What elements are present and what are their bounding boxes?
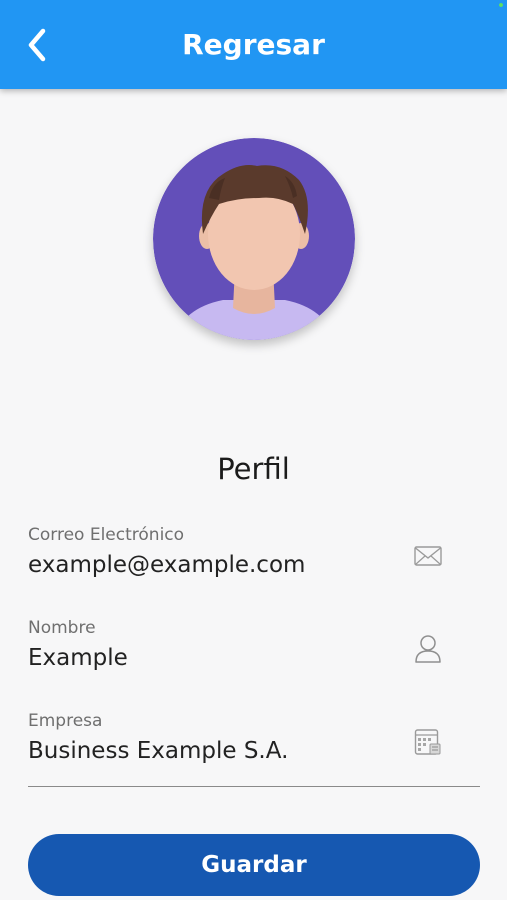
- business-icon: [413, 727, 443, 757]
- company-field-label: Empresa: [28, 711, 103, 731]
- name-field-value[interactable]: Example: [28, 645, 128, 671]
- status-indicator-icon: [499, 3, 503, 7]
- app-bar-title: Regresar: [182, 28, 325, 61]
- name-field[interactable]: Nombre Example: [28, 618, 480, 688]
- profile-section-title: Perfil: [217, 452, 290, 486]
- field-divider: [28, 786, 480, 787]
- chevron-left-icon: [28, 28, 46, 62]
- email-field-label: Correo Electrónico: [28, 525, 185, 545]
- company-field-value[interactable]: Business Example S.A.: [28, 738, 288, 764]
- user-icon: [413, 634, 443, 664]
- save-button[interactable]: Guardar: [28, 834, 480, 896]
- name-field-label: Nombre: [28, 618, 96, 638]
- email-field-value[interactable]: example@example.com: [28, 552, 305, 578]
- company-field[interactable]: Empresa Business Example S.A.: [28, 711, 480, 781]
- mail-icon: [413, 541, 443, 571]
- email-field[interactable]: Correo Electrónico example@example.com: [28, 525, 480, 595]
- back-button[interactable]: [20, 25, 54, 65]
- user-avatar-illustration: [153, 138, 355, 340]
- app-bar: Regresar: [0, 0, 507, 89]
- profile-avatar: [153, 138, 355, 340]
